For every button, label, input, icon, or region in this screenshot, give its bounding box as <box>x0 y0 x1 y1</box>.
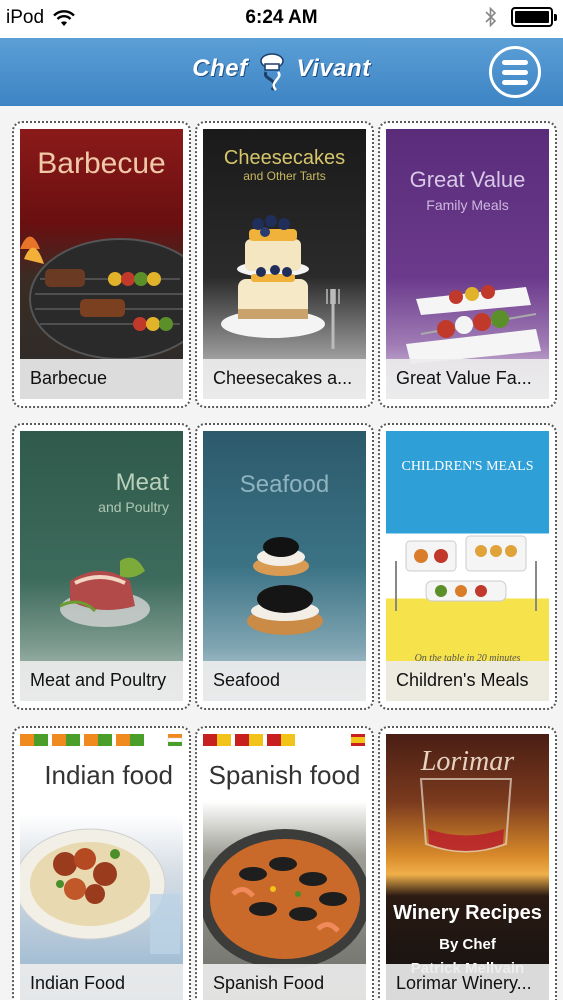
book-label: Great Value Fa... <box>386 359 549 399</box>
status-time: 6:24 AM <box>245 7 318 28</box>
logo-text-left: Chef <box>192 55 248 83</box>
book-label: Cheesecakes a... <box>203 359 366 399</box>
bluetooth-icon <box>485 6 497 28</box>
book-cover: Barbecue Barbecue <box>20 129 183 399</box>
chef-vivant-logo: Chef Vivant <box>0 52 563 92</box>
book-tile-great-value[interactable]: Great Value Family Meals Great Value Fa.… <box>378 121 557 408</box>
status-bar: iPod 6:24 AM <box>0 0 563 38</box>
indian-dish-image <box>20 828 180 954</box>
battery-fill <box>515 11 549 23</box>
book-cover: Indian food Indian Food <box>20 734 183 1000</box>
hamburger-bar <box>502 69 528 75</box>
book-tile-spanish-food[interactable]: Spanish food Spanish Food <box>195 726 374 1000</box>
menu-button[interactable] <box>489 46 541 98</box>
status-right <box>485 6 557 28</box>
book-label: Spanish Food <box>203 964 366 1000</box>
hamburger-menu-icon <box>502 59 528 65</box>
book-tile-cheesecakes[interactable]: Cheesecakes and Other Tarts Cheesecakes … <box>195 121 374 408</box>
logo-text-right: Vivant <box>296 55 371 83</box>
book-tile-lorimar-winery[interactable]: Lorimar Winery Recipes By Chef Patrick M… <box>378 726 557 1000</box>
book-cover: Cheesecakes and Other Tarts Cheesecakes … <box>203 129 366 399</box>
book-tile-indian-food[interactable]: Indian food Indian Food <box>12 726 191 1000</box>
book-label: Lorimar Winery... <box>386 964 549 1000</box>
book-label: Barbecue <box>20 359 183 399</box>
book-cover: CHILDREN'S MEALS On the table in 20 minu… <box>386 431 549 701</box>
book-label: Children's Meals <box>386 661 549 701</box>
book-cover: Seafood Seafood <box>203 431 366 701</box>
book-label: Meat and Poultry <box>20 661 183 701</box>
book-grid: Barbecue Barbecue Cheesecakes and Other <box>0 106 563 1000</box>
book-tile-seafood[interactable]: Seafood Seafood <box>195 423 374 710</box>
book-tile-barbecue[interactable]: Barbecue Barbecue <box>12 121 191 408</box>
book-tile-childrens-meals[interactable]: CHILDREN'S MEALS On the table in 20 minu… <box>378 423 557 710</box>
app-header: Chef Vivant <box>0 38 563 106</box>
hamburger-bar <box>502 79 528 85</box>
book-label: Seafood <box>203 661 366 701</box>
book-cover: Lorimar Winery Recipes By Chef Patrick M… <box>386 734 549 1000</box>
paella-image <box>203 829 366 969</box>
cover-extra-chef: By Chef <box>439 936 496 953</box>
book-cover: Great Value Family Meals Great Value Fa.… <box>386 129 549 399</box>
battery-icon <box>511 7 557 27</box>
book-label: Indian Food <box>20 964 183 1000</box>
chef-hat-icon <box>260 53 284 91</box>
book-tile-meat-poultry[interactable]: Meat and Poultry Meat and Poultry <box>12 423 191 710</box>
cover-subtitle: Winery Recipes <box>393 902 542 924</box>
book-cover: Spanish food Spanish Food <box>203 734 366 1000</box>
book-cover: Meat and Poultry Meat and Poultry <box>20 431 183 701</box>
